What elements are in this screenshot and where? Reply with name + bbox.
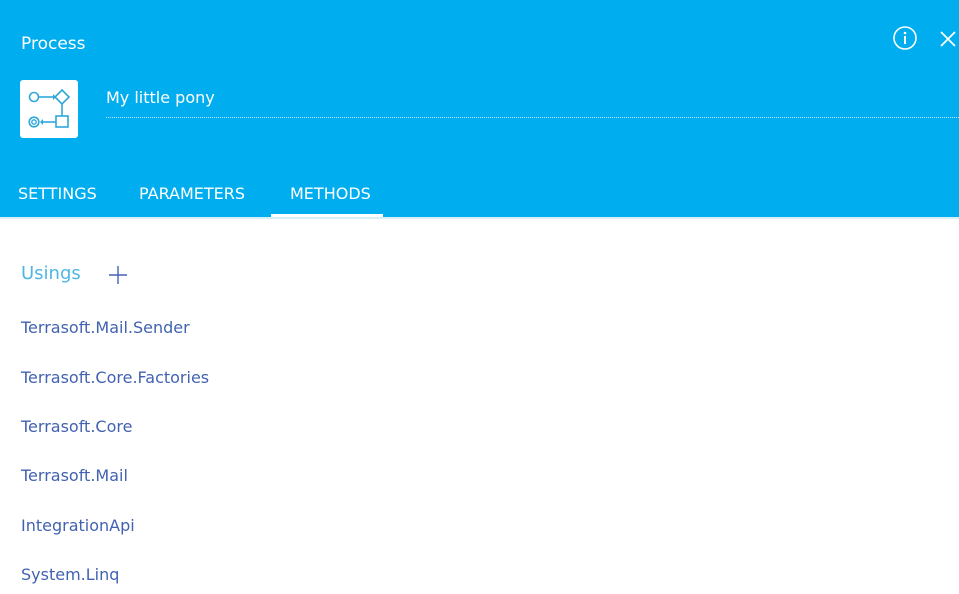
using-item[interactable]: IntegrationApi — [21, 516, 135, 536]
header-divider — [0, 217, 959, 219]
using-item[interactable]: Terrasoft.Mail — [21, 466, 128, 486]
tab-methods[interactable]: METHODS — [290, 184, 371, 204]
process-name-field[interactable]: My little pony — [106, 84, 959, 118]
using-item[interactable]: Terrasoft.Core — [21, 417, 132, 437]
plus-icon[interactable] — [108, 265, 128, 285]
close-icon[interactable] — [938, 29, 958, 49]
tab-settings[interactable]: SETTINGS — [18, 184, 97, 204]
window-title: Process — [21, 34, 86, 54]
using-item[interactable]: Terrasoft.Mail.Sender — [21, 318, 190, 338]
using-item[interactable]: Terrasoft.Core.Factories — [21, 368, 209, 388]
process-diagram-icon[interactable] — [20, 80, 78, 138]
tab-parameters[interactable]: PARAMETERS — [139, 184, 245, 204]
info-icon[interactable] — [893, 26, 917, 50]
using-item[interactable]: System.Linq — [21, 565, 119, 585]
process-name-value: My little pony — [106, 88, 215, 107]
usings-title: Usings — [21, 263, 81, 284]
header-panel: Process My little pony SETTINGS PARAMETE… — [0, 0, 959, 218]
